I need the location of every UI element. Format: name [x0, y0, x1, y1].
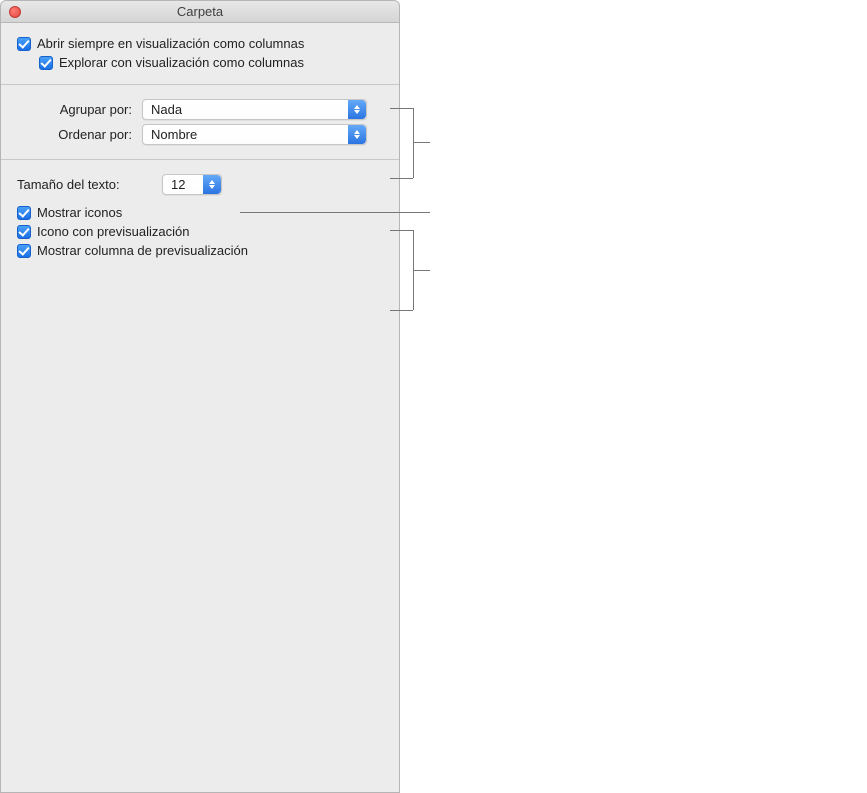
group-by-select[interactable]: Nada: [142, 99, 367, 120]
show-icons-checkbox[interactable]: [17, 206, 31, 220]
sort-by-value: Nombre: [151, 127, 197, 142]
browse-label: Explorar con visualización como columnas: [59, 55, 304, 70]
stepper-icon: [348, 100, 366, 119]
always-open-checkbox[interactable]: [17, 37, 31, 51]
close-icon[interactable]: [9, 6, 21, 18]
icon-preview-label: Icono con previsualización: [37, 224, 189, 239]
group-by-label: Agrupar por:: [17, 102, 142, 117]
group-by-value: Nada: [151, 102, 182, 117]
sort-section: Agrupar por: Nada Ordenar por: Nombre: [1, 85, 399, 159]
show-icons-label: Mostrar iconos: [37, 205, 122, 220]
text-size-label: Tamaño del texto:: [17, 177, 162, 192]
text-size-value: 12: [171, 177, 185, 192]
window-title: Carpeta: [177, 4, 223, 19]
text-size-select[interactable]: 12: [162, 174, 222, 195]
sort-by-label: Ordenar por:: [17, 127, 142, 142]
view-options-window: Carpeta Abrir siempre en visualización c…: [0, 0, 400, 793]
stepper-icon: [348, 125, 366, 144]
show-preview-col-label: Mostrar columna de previsualización: [37, 243, 248, 258]
top-section: Abrir siempre en visualización como colu…: [1, 23, 399, 84]
titlebar: Carpeta: [1, 1, 399, 23]
sort-by-select[interactable]: Nombre: [142, 124, 367, 145]
browse-checkbox[interactable]: [39, 56, 53, 70]
icon-preview-checkbox[interactable]: [17, 225, 31, 239]
stepper-icon: [203, 175, 221, 194]
show-preview-col-checkbox[interactable]: [17, 244, 31, 258]
always-open-label: Abrir siempre en visualización como colu…: [37, 36, 304, 51]
bottom-section: Tamaño del texto: 12 Mostrar iconos Icon…: [1, 160, 399, 272]
